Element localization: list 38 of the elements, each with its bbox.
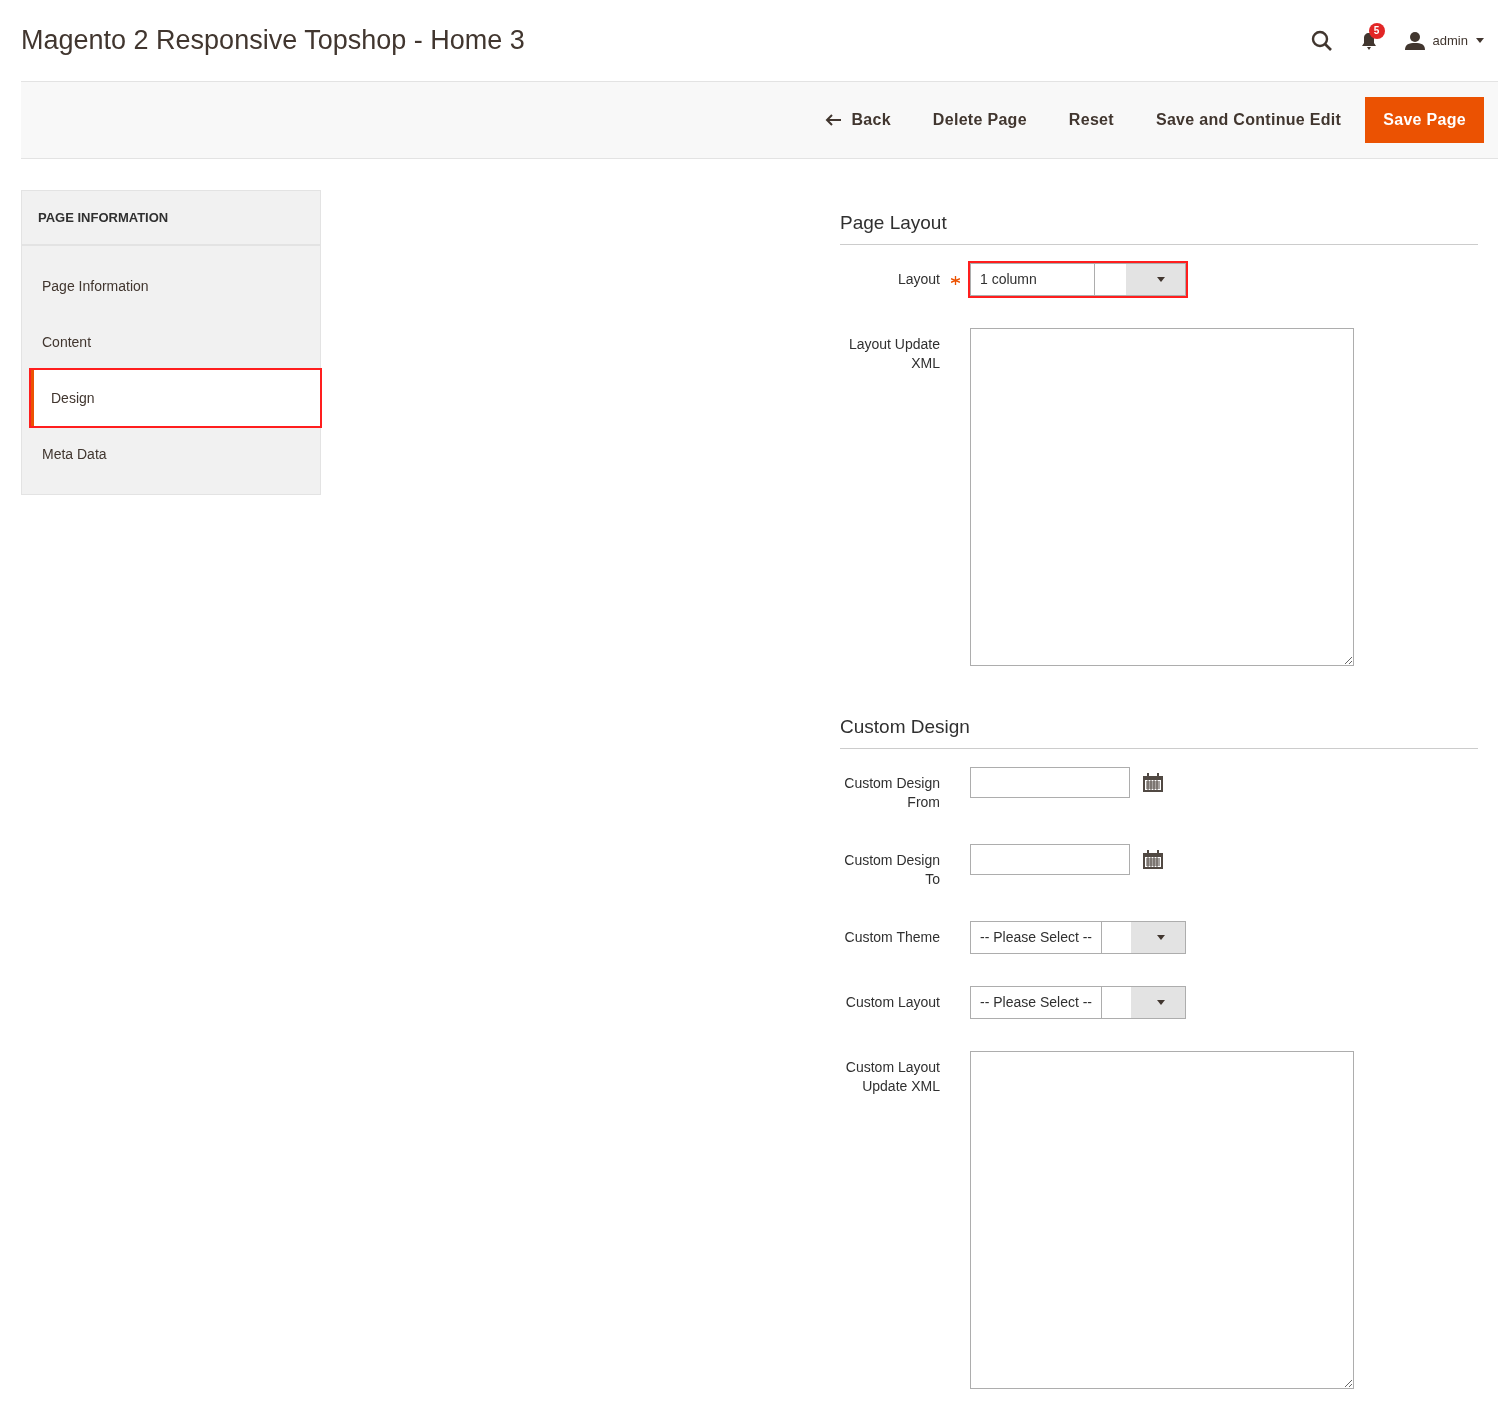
- sidebar-item[interactable]: Design: [31, 370, 320, 426]
- user-menu[interactable]: admin: [1432, 33, 1468, 48]
- select-field[interactable]: -- Please Select --: [970, 921, 1186, 954]
- date-input-field[interactable]: [970, 767, 1130, 798]
- textarea-field[interactable]: [970, 328, 1354, 666]
- toolbar-button[interactable]: Reset: [1050, 99, 1132, 141]
- select-field[interactable]: -- Please Select --: [970, 986, 1186, 1019]
- toolbar-button[interactable]: Delete Page: [914, 99, 1045, 141]
- calendar-icon[interactable]: [1142, 849, 1164, 870]
- user-icon: [1404, 31, 1425, 50]
- field-label: Custom Layout Update XML: [844, 1058, 940, 1096]
- caret-icon: [1157, 935, 1165, 940]
- notification-badge: 5: [1368, 22, 1385, 39]
- page-title: Magento 2 Responsive Topshop - Home 3: [21, 25, 526, 56]
- sidebar-item[interactable]: Meta Data: [22, 426, 320, 482]
- sidebar-title: PAGE INFORMATION: [22, 191, 320, 246]
- field-label: Custom Design To: [843, 851, 940, 889]
- date-input-field[interactable]: [970, 844, 1130, 875]
- textarea-field[interactable]: [970, 1051, 1354, 1389]
- arrow-left-icon: [825, 114, 842, 126]
- field-label: Layout Update XML: [847, 335, 940, 373]
- caret-icon: [1157, 1000, 1165, 1005]
- search-icon[interactable]: [1310, 29, 1333, 52]
- field-label: Layout: [896, 270, 940, 289]
- field-label: Custom Layout: [844, 993, 940, 1012]
- caret-icon[interactable]: [1476, 38, 1484, 43]
- back-button[interactable]: Back: [807, 99, 909, 141]
- toolbar-button[interactable]: Save and Continue Edit: [1137, 99, 1360, 141]
- field-label: Custom Design From: [843, 774, 940, 812]
- sidebar-item[interactable]: Page Information: [22, 258, 320, 314]
- save-page-button[interactable]: Save Page: [1365, 97, 1484, 143]
- select-field[interactable]: 1 column: [970, 263, 1186, 296]
- calendar-icon[interactable]: [1142, 772, 1164, 793]
- section-title: Page Layout: [840, 212, 1478, 245]
- sidebar-item[interactable]: Content: [22, 314, 320, 370]
- caret-icon: [1157, 277, 1165, 282]
- section-title: Custom Design: [840, 716, 1478, 749]
- field-label: Custom Theme: [843, 928, 940, 947]
